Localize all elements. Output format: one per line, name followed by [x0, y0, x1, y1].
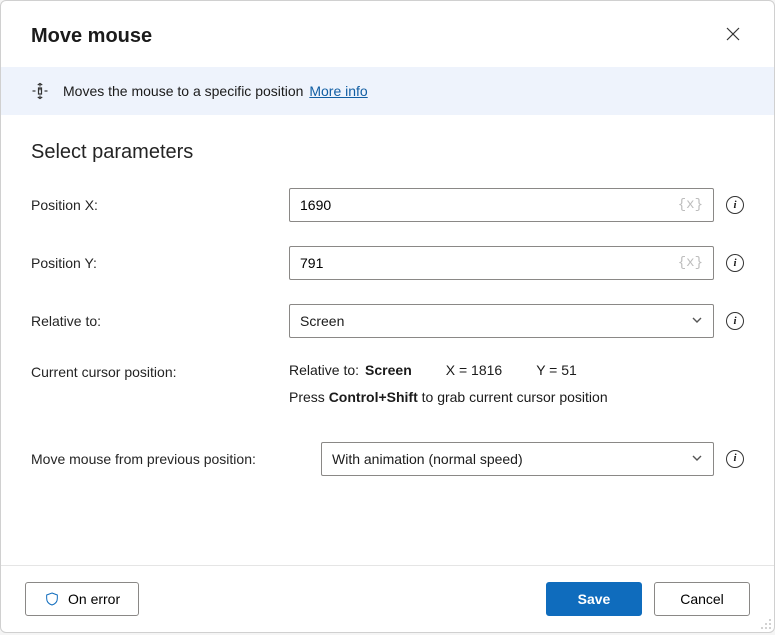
resize-handle-icon[interactable]	[758, 616, 772, 630]
position-y-row: Position Y: {x} i	[31, 246, 744, 280]
section-title: Select parameters	[31, 141, 744, 164]
relative-to-label: Relative to:	[31, 313, 289, 329]
move-mode-row: Move mouse from previous position: With …	[31, 442, 744, 476]
relative-to-select[interactable]: Screen	[289, 304, 714, 338]
shield-icon	[44, 591, 60, 607]
move-mode-label: Move mouse from previous position:	[31, 451, 321, 467]
dialog-header: Move mouse	[1, 1, 774, 67]
variable-picker-icon[interactable]: {x}	[678, 197, 703, 213]
info-icon[interactable]: i	[726, 312, 744, 330]
cursor-readout: Relative to: Screen X = 1816 Y = 51	[289, 362, 714, 378]
position-x-row: Position X: {x} i	[31, 188, 744, 222]
info-icon[interactable]: i	[726, 450, 744, 468]
variable-picker-icon[interactable]: {x}	[678, 255, 703, 271]
description-banner: Moves the mouse to a specific position M…	[1, 67, 774, 115]
position-y-input[interactable]: {x}	[289, 246, 714, 280]
more-info-link[interactable]: More info	[309, 83, 367, 99]
move-mouse-icon	[31, 82, 49, 100]
position-x-input[interactable]: {x}	[289, 188, 714, 222]
move-mouse-dialog: Move mouse Moves the mouse to a specific…	[0, 0, 775, 633]
chevron-down-icon	[691, 451, 703, 467]
chevron-down-icon	[691, 313, 703, 329]
relative-to-row: Relative to: Screen i	[31, 304, 744, 338]
position-y-label: Position Y:	[31, 255, 289, 271]
cancel-button[interactable]: Cancel	[654, 582, 750, 616]
position-x-label: Position X:	[31, 197, 289, 213]
current-cursor-row: Current cursor position: Relative to: Sc…	[31, 362, 744, 408]
info-icon[interactable]: i	[726, 254, 744, 272]
save-button[interactable]: Save	[546, 582, 642, 616]
current-cursor-label: Current cursor position:	[31, 362, 289, 380]
move-mode-select[interactable]: With animation (normal speed)	[321, 442, 714, 476]
dialog-footer: On error Save Cancel	[1, 565, 774, 632]
close-icon[interactable]	[722, 23, 744, 49]
grab-cursor-hint: Press Control+Shift to grab current curs…	[289, 388, 714, 408]
on-error-button[interactable]: On error	[25, 582, 139, 616]
dialog-title: Move mouse	[31, 25, 152, 48]
banner-text: Moves the mouse to a specific position M…	[63, 83, 368, 99]
info-icon[interactable]: i	[726, 196, 744, 214]
parameters-section: Select parameters Position X: {x} i Posi…	[1, 115, 774, 565]
